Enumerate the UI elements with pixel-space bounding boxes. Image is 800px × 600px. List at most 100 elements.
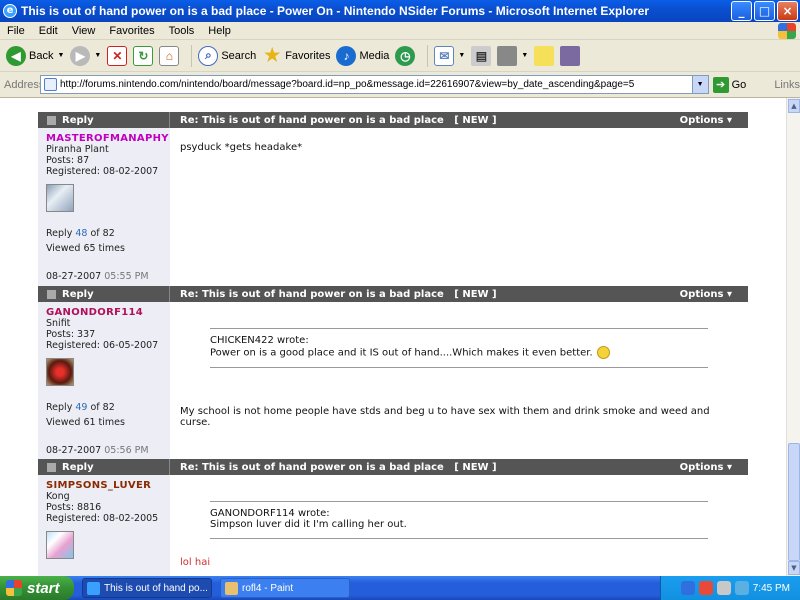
back-label: Back [29, 49, 54, 62]
links-button[interactable]: Links [774, 79, 800, 91]
reply-prefix: Reply [46, 228, 73, 239]
taskbar-item-paint[interactable]: rofl4 - Paint [220, 578, 350, 598]
post-content: psyduck *gets headake* [170, 128, 748, 286]
search-label: Search [221, 49, 257, 62]
reply-button[interactable]: Reply [38, 286, 170, 302]
new-tag: [ NEW ] [454, 461, 497, 473]
forward-button[interactable]: ▶ ▼ [70, 43, 101, 69]
menu-view[interactable]: View [65, 25, 103, 37]
menu-help[interactable]: Help [201, 25, 238, 37]
task-label: rofl4 - Paint [242, 582, 294, 594]
reply-number-link[interactable]: 49 [75, 402, 87, 413]
user-rank: Kong [46, 491, 70, 502]
favorites-label: Favorites [285, 49, 331, 62]
back-dropdown-icon[interactable]: ▼ [57, 52, 64, 59]
security-alert-icon[interactable] [698, 581, 713, 595]
media-button[interactable]: ♪ Media [336, 43, 389, 69]
quote-text: Simpson luver did it I'm calling her out… [210, 519, 407, 530]
close-button[interactable]: × [777, 1, 798, 21]
post-date: 08-27-2007 [46, 271, 102, 282]
reply-button[interactable]: Reply [38, 112, 170, 128]
toolbar-separator [191, 44, 193, 67]
messenger-button[interactable] [560, 43, 581, 69]
view-count: Viewed 61 times [46, 417, 125, 428]
post-content: CHICKEN422 wrote: Power on is a good pla… [170, 302, 748, 459]
clock[interactable]: 7:45 PM [753, 583, 790, 594]
options-menu[interactable]: Options ▾ [680, 462, 748, 473]
messenger-tray-icon[interactable] [734, 581, 749, 595]
network-icon[interactable] [680, 581, 695, 595]
start-button[interactable]: start [0, 576, 74, 600]
post-body: MASTEROFMANAPHY Piranha Plant Posts: 87 … [38, 128, 748, 286]
history-button[interactable]: ◷ [395, 43, 416, 69]
avatar[interactable] [46, 531, 74, 559]
post-subject-text: Re: This is out of hand power on is a ba… [180, 288, 444, 300]
toolbar: ◀ Back ▼ ▶ ▼ ✕ ↻ ⌂ ⌕ Search ★ Favorites … [0, 40, 800, 72]
reply-button[interactable]: Reply [38, 459, 170, 475]
new-tag: [ NEW ] [454, 114, 497, 126]
post-subject: Re: This is out of hand power on is a ba… [170, 289, 680, 300]
reply-arrow-icon [47, 462, 56, 472]
page-icon [44, 78, 57, 91]
post-timestamp: 08-27-2007 05:56 PM [46, 445, 162, 456]
forum-post: Reply Re: This is out of hand power on i… [38, 286, 748, 459]
favorites-button[interactable]: ★ Favorites [262, 43, 330, 69]
taskbar-item-internet-explorer[interactable]: This is out of hand po... [82, 578, 212, 598]
note-icon [534, 45, 555, 66]
back-button[interactable]: ◀ Back ▼ [6, 43, 64, 69]
scroll-down-icon[interactable]: ▼ [788, 561, 800, 575]
address-dropdown-icon[interactable]: ▼ [691, 76, 708, 93]
menu-favorites[interactable]: Favorites [102, 25, 161, 37]
stop-button[interactable]: ✕ [107, 43, 128, 69]
history-icon: ◷ [395, 45, 416, 66]
options-dropdown-icon: ▾ [726, 461, 732, 473]
menu-file[interactable]: File [0, 25, 32, 37]
discuss-button[interactable] [534, 43, 555, 69]
reply-number-link[interactable]: 48 [75, 228, 87, 239]
menu-tools[interactable]: Tools [162, 25, 202, 37]
address-url[interactable]: http://forums.nintendo.com/nintendo/boar… [60, 79, 634, 90]
post-header: Reply Re: This is out of hand power on i… [38, 112, 748, 128]
username-link[interactable]: MASTEROFMANAPHY [46, 133, 169, 144]
print-button[interactable]: ▤ [471, 43, 492, 69]
refresh-icon: ↻ [133, 45, 154, 66]
mail-button[interactable]: ✉ ▼ [434, 43, 465, 69]
vertical-scrollbar[interactable]: ▲ ▼ [786, 98, 800, 576]
mail-dropdown-icon[interactable]: ▼ [458, 52, 465, 59]
options-dropdown-icon: ▾ [726, 288, 732, 300]
post-author-panel: MASTEROFMANAPHY Piranha Plant Posts: 87 … [38, 128, 170, 286]
edit-button[interactable]: ▼ [497, 43, 528, 69]
volume-icon[interactable] [716, 581, 731, 595]
reply-prefix: Reply [46, 402, 73, 413]
scroll-up-icon[interactable]: ▲ [788, 99, 800, 113]
reply-suffix: of 82 [90, 402, 115, 413]
maximize-button[interactable]: □ [754, 1, 775, 21]
scrollbar-thumb[interactable] [788, 443, 800, 561]
minimize-button[interactable]: _ [731, 1, 752, 21]
username-link[interactable]: SIMPSONS_LUVER [46, 480, 162, 491]
options-menu[interactable]: Options ▾ [680, 115, 748, 126]
options-label: Options [679, 288, 724, 300]
reply-label: Reply [62, 461, 94, 473]
edit-dropdown-icon[interactable]: ▼ [521, 52, 528, 59]
favorites-star-icon: ★ [264, 45, 281, 65]
address-label: Address [4, 78, 45, 91]
forum-post: Reply Re: This is out of hand power on i… [38, 459, 748, 576]
search-button[interactable]: ⌕ Search [198, 43, 256, 69]
options-menu[interactable]: Options ▾ [680, 289, 748, 300]
refresh-button[interactable]: ↻ [133, 43, 154, 69]
user-registered: Registered: 08-02-2007 [46, 166, 159, 177]
menu-edit[interactable]: Edit [32, 25, 65, 37]
address-input[interactable]: http://forums.nintendo.com/nintendo/boar… [40, 75, 709, 94]
go-button[interactable]: ➔ Go [712, 76, 746, 93]
reply-arrow-icon [47, 115, 56, 125]
messenger-icon [560, 45, 581, 66]
windows-logo-icon [778, 23, 796, 39]
username-link[interactable]: GANONDORF114 [46, 307, 162, 318]
avatar[interactable] [46, 184, 74, 212]
forward-dropdown-icon[interactable]: ▼ [94, 52, 101, 59]
home-button[interactable]: ⌂ [159, 43, 180, 69]
post-author-panel: SIMPSONS_LUVER Kong Posts: 8816 Register… [38, 475, 170, 576]
avatar[interactable] [46, 358, 74, 386]
reply-label: Reply [62, 288, 94, 300]
